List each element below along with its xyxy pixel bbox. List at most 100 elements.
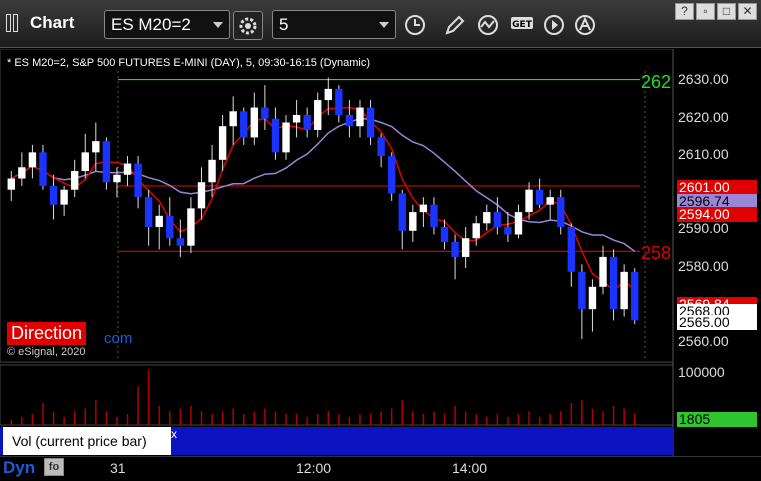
candle-body: [92, 141, 100, 153]
volume-bar: [116, 416, 118, 425]
volume-bar: [338, 414, 340, 425]
volume-bar: [496, 414, 499, 425]
price-tick: 2620.00: [678, 109, 729, 125]
clock-icon[interactable]: [400, 10, 430, 39]
chart-window-icon: [6, 14, 28, 36]
get-icon[interactable]: GET: [506, 10, 536, 39]
maximize-button[interactable]: □: [717, 3, 736, 20]
candle-body: [567, 227, 576, 272]
volume-label[interactable]: Vol (current price bar): [3, 427, 171, 455]
candle-body: [123, 163, 132, 175]
volume-bar: [507, 416, 509, 425]
volume-bar: [295, 414, 298, 425]
pencil-icon[interactable]: [440, 10, 470, 39]
red-level-label: 258: [641, 243, 672, 263]
price-tick: 2580.00: [678, 258, 729, 274]
dyn-label[interactable]: Dyn: [3, 458, 35, 478]
price-tag: 2565.00: [677, 315, 757, 330]
candle-body: [472, 223, 480, 239]
candle-body: [271, 118, 280, 153]
candle-body: [303, 115, 311, 130]
gear-icon[interactable]: [233, 11, 263, 40]
candle-body: [588, 286, 597, 310]
get-label: GET: [512, 20, 533, 30]
volume-bar: [73, 411, 76, 425]
candle-body: [557, 197, 565, 228]
volume-bar: [591, 408, 594, 425]
candle-body: [208, 159, 216, 183]
volume-close-button[interactable]: x: [171, 427, 177, 441]
candle-body: [366, 107, 375, 138]
chevron-down-icon[interactable]: [379, 22, 389, 28]
volume-bar: [137, 386, 139, 425]
volume-bar: [612, 405, 615, 425]
volume-bar: [179, 408, 182, 425]
volume-bar: [211, 414, 213, 425]
study-icon[interactable]: [473, 10, 503, 39]
candle-body: [218, 126, 227, 160]
alert-icon[interactable]: [570, 10, 600, 39]
play-icon[interactable]: [539, 10, 569, 39]
candle-body: [461, 238, 470, 257]
interval-input[interactable]: 5: [272, 10, 396, 39]
symbol-value: ES M20=2: [111, 15, 191, 34]
candle-body: [28, 152, 37, 168]
help-button[interactable]: ?: [675, 3, 694, 20]
volume-bar: [348, 416, 351, 425]
interval-value: 5: [279, 15, 289, 34]
candle-body: [282, 122, 290, 153]
volume-bar: [95, 400, 97, 425]
volume-bar: [264, 408, 266, 425]
chart-header: * ES M20=2, S&P 500 FUTURES E-MINI (DAY)…: [7, 57, 371, 69]
volume-bar: [549, 414, 551, 425]
candle-body: [314, 100, 322, 130]
volume-bar: [475, 414, 477, 425]
candle-body: [451, 241, 459, 257]
candle-body: [440, 227, 449, 242]
candle-body: [546, 197, 554, 205]
chevron-down-icon[interactable]: [213, 22, 223, 28]
candle-body: [187, 208, 195, 246]
candle-body: [356, 107, 364, 127]
volume-bar: [570, 403, 573, 425]
candle-body: [493, 212, 502, 228]
dyn-toggle-button[interactable]: fo: [44, 458, 64, 476]
candle-body: [39, 152, 47, 186]
price-tick: 2560.00: [678, 333, 729, 349]
volume-bar: [306, 416, 308, 425]
candle-body: [113, 174, 121, 183]
price-tick: 2630.00: [678, 71, 729, 87]
volume-bar: [433, 411, 435, 425]
candle-body: [430, 204, 438, 228]
volume-bar: [422, 414, 425, 425]
symbol-input[interactable]: ES M20=2: [104, 10, 230, 39]
volume-bar: [126, 414, 129, 425]
volume-bar: [454, 405, 456, 425]
volume-bar: [528, 411, 530, 425]
volume-bar: [232, 408, 234, 425]
restore-button[interactable]: ▫: [696, 3, 715, 20]
candle-body: [609, 256, 618, 310]
candle-body: [387, 156, 396, 194]
volume-bar: [147, 370, 150, 425]
candle-body: [292, 115, 301, 123]
x-label-31: 31: [110, 460, 126, 476]
candle-body: [81, 152, 89, 172]
volume-bar: [105, 411, 108, 425]
volume-bar: [253, 411, 256, 425]
candle-body: [377, 137, 385, 157]
candle-body: [7, 178, 15, 190]
volume-bar: [623, 408, 625, 425]
direction-badge: Direction: [7, 322, 87, 345]
price-tag: 2594.00: [677, 207, 757, 222]
candle-body: [60, 189, 68, 205]
volume-bar: [52, 411, 55, 425]
com-label: com: [104, 330, 133, 347]
volume-bar: [84, 408, 86, 425]
candle-body: [229, 111, 237, 127]
price-tick: 2610.00: [678, 146, 729, 162]
close-button[interactable]: ✕: [738, 3, 757, 20]
x-label-1400: 14:00: [452, 460, 488, 476]
candle-body: [419, 204, 428, 213]
volume-bar: [602, 411, 604, 425]
